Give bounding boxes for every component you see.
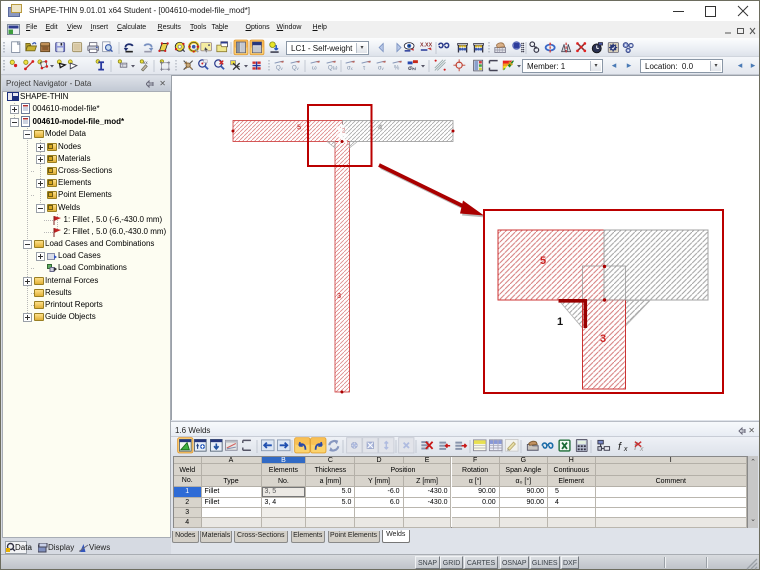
svg-text:3: 3	[337, 291, 341, 300]
svg-text:3: 3	[600, 333, 606, 345]
svg-text:1: 1	[557, 316, 563, 328]
svg-text:f: f	[618, 441, 622, 453]
svg-text:x: x	[623, 444, 628, 453]
svg-text:σᵥ: σᵥ	[378, 65, 385, 72]
svg-text:σₓ: σₓ	[347, 65, 353, 72]
svg-text:%: %	[394, 65, 400, 72]
svg-text:5: 5	[540, 255, 546, 267]
svg-text:σₕₗ: σₕₗ	[408, 65, 416, 72]
svg-text:Qᵥ: Qᵥ	[292, 65, 300, 72]
svg-text:τ: τ	[363, 65, 366, 72]
svg-text:Qᵥ: Qᵥ	[276, 65, 284, 72]
svg-text:Qω: Qω	[328, 65, 338, 72]
svg-text:ω: ω	[312, 65, 317, 72]
svg-text:xx: xx	[143, 60, 148, 65]
svg-text:5: 5	[297, 123, 301, 132]
